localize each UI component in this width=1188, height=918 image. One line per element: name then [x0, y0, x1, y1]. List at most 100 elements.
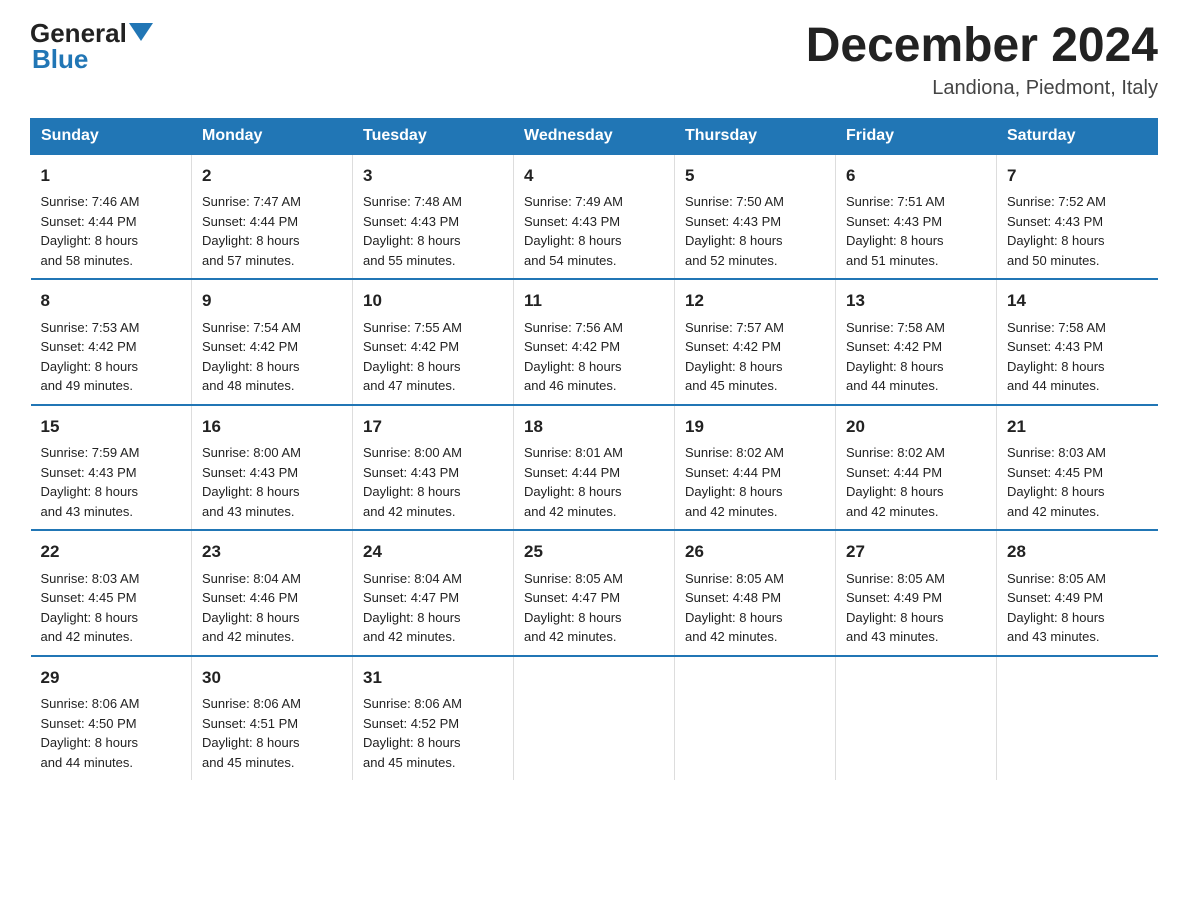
calendar-day-cell: 23 Sunrise: 8:04 AMSunset: 4:46 PMDaylig…: [192, 530, 353, 656]
col-tuesday: Tuesday: [353, 118, 514, 154]
day-number: 12: [685, 288, 825, 314]
day-info: Sunrise: 7:58 AMSunset: 4:42 PMDaylight:…: [846, 320, 945, 394]
calendar-day-cell: 3 Sunrise: 7:48 AMSunset: 4:43 PMDayligh…: [353, 154, 514, 280]
calendar-day-cell: 12 Sunrise: 7:57 AMSunset: 4:42 PMDaylig…: [675, 279, 836, 405]
location-subtitle: Landiona, Piedmont, Italy: [806, 77, 1158, 100]
day-number: 27: [846, 539, 986, 565]
calendar-day-cell: 21 Sunrise: 8:03 AMSunset: 4:45 PMDaylig…: [997, 405, 1158, 531]
day-number: 21: [1007, 414, 1148, 440]
day-number: 28: [1007, 539, 1148, 565]
day-info: Sunrise: 7:54 AMSunset: 4:42 PMDaylight:…: [202, 320, 301, 394]
day-number: 4: [524, 163, 664, 189]
day-info: Sunrise: 7:53 AMSunset: 4:42 PMDaylight:…: [41, 320, 140, 394]
calendar-table: Sunday Monday Tuesday Wednesday Thursday…: [30, 118, 1158, 781]
day-info: Sunrise: 7:46 AMSunset: 4:44 PMDaylight:…: [41, 194, 140, 268]
col-sunday: Sunday: [31, 118, 192, 154]
logo-general-text: General: [30, 20, 127, 46]
day-info: Sunrise: 8:06 AMSunset: 4:52 PMDaylight:…: [363, 696, 462, 770]
day-number: 5: [685, 163, 825, 189]
calendar-week-row: 22 Sunrise: 8:03 AMSunset: 4:45 PMDaylig…: [31, 530, 1158, 656]
calendar-day-cell: 29 Sunrise: 8:06 AMSunset: 4:50 PMDaylig…: [31, 656, 192, 781]
day-number: 14: [1007, 288, 1148, 314]
calendar-day-cell: 2 Sunrise: 7:47 AMSunset: 4:44 PMDayligh…: [192, 154, 353, 280]
calendar-day-cell: 26 Sunrise: 8:05 AMSunset: 4:48 PMDaylig…: [675, 530, 836, 656]
day-number: 10: [363, 288, 503, 314]
day-info: Sunrise: 8:06 AMSunset: 4:51 PMDaylight:…: [202, 696, 301, 770]
calendar-week-row: 1 Sunrise: 7:46 AMSunset: 4:44 PMDayligh…: [31, 154, 1158, 280]
calendar-day-cell: 28 Sunrise: 8:05 AMSunset: 4:49 PMDaylig…: [997, 530, 1158, 656]
logo: General Blue: [30, 20, 153, 72]
day-info: Sunrise: 8:03 AMSunset: 4:45 PMDaylight:…: [1007, 445, 1106, 519]
day-number: 24: [363, 539, 503, 565]
day-info: Sunrise: 8:02 AMSunset: 4:44 PMDaylight:…: [685, 445, 784, 519]
day-info: Sunrise: 7:52 AMSunset: 4:43 PMDaylight:…: [1007, 194, 1106, 268]
day-number: 19: [685, 414, 825, 440]
day-info: Sunrise: 8:03 AMSunset: 4:45 PMDaylight:…: [41, 571, 140, 645]
day-number: 1: [41, 163, 182, 189]
day-info: Sunrise: 8:00 AMSunset: 4:43 PMDaylight:…: [363, 445, 462, 519]
calendar-day-cell: 4 Sunrise: 7:49 AMSunset: 4:43 PMDayligh…: [514, 154, 675, 280]
day-info: Sunrise: 8:00 AMSunset: 4:43 PMDaylight:…: [202, 445, 301, 519]
day-number: 7: [1007, 163, 1148, 189]
day-number: 15: [41, 414, 182, 440]
page-header: General Blue December 2024 Landiona, Pie…: [30, 20, 1158, 100]
calendar-day-cell: 18 Sunrise: 8:01 AMSunset: 4:44 PMDaylig…: [514, 405, 675, 531]
calendar-day-cell: 31 Sunrise: 8:06 AMSunset: 4:52 PMDaylig…: [353, 656, 514, 781]
calendar-day-cell: 5 Sunrise: 7:50 AMSunset: 4:43 PMDayligh…: [675, 154, 836, 280]
day-number: 3: [363, 163, 503, 189]
day-info: Sunrise: 8:06 AMSunset: 4:50 PMDaylight:…: [41, 696, 140, 770]
calendar-day-cell: [675, 656, 836, 781]
title-block: December 2024 Landiona, Piedmont, Italy: [806, 20, 1158, 100]
calendar-day-cell: 25 Sunrise: 8:05 AMSunset: 4:47 PMDaylig…: [514, 530, 675, 656]
day-info: Sunrise: 7:49 AMSunset: 4:43 PMDaylight:…: [524, 194, 623, 268]
day-number: 29: [41, 665, 182, 691]
day-info: Sunrise: 7:59 AMSunset: 4:43 PMDaylight:…: [41, 445, 140, 519]
day-info: Sunrise: 7:50 AMSunset: 4:43 PMDaylight:…: [685, 194, 784, 268]
day-number: 25: [524, 539, 664, 565]
calendar-week-row: 8 Sunrise: 7:53 AMSunset: 4:42 PMDayligh…: [31, 279, 1158, 405]
day-info: Sunrise: 8:04 AMSunset: 4:47 PMDaylight:…: [363, 571, 462, 645]
col-wednesday: Wednesday: [514, 118, 675, 154]
day-number: 6: [846, 163, 986, 189]
calendar-day-cell: 11 Sunrise: 7:56 AMSunset: 4:42 PMDaylig…: [514, 279, 675, 405]
col-monday: Monday: [192, 118, 353, 154]
day-info: Sunrise: 7:56 AMSunset: 4:42 PMDaylight:…: [524, 320, 623, 394]
calendar-day-cell: 20 Sunrise: 8:02 AMSunset: 4:44 PMDaylig…: [836, 405, 997, 531]
day-info: Sunrise: 8:05 AMSunset: 4:47 PMDaylight:…: [524, 571, 623, 645]
day-info: Sunrise: 8:01 AMSunset: 4:44 PMDaylight:…: [524, 445, 623, 519]
col-saturday: Saturday: [997, 118, 1158, 154]
day-info: Sunrise: 8:05 AMSunset: 4:48 PMDaylight:…: [685, 571, 784, 645]
day-number: 16: [202, 414, 342, 440]
calendar-day-cell: 22 Sunrise: 8:03 AMSunset: 4:45 PMDaylig…: [31, 530, 192, 656]
calendar-day-cell: 16 Sunrise: 8:00 AMSunset: 4:43 PMDaylig…: [192, 405, 353, 531]
calendar-day-cell: 27 Sunrise: 8:05 AMSunset: 4:49 PMDaylig…: [836, 530, 997, 656]
logo-blue-text: Blue: [32, 46, 88, 72]
day-number: 17: [363, 414, 503, 440]
day-number: 23: [202, 539, 342, 565]
day-info: Sunrise: 7:47 AMSunset: 4:44 PMDaylight:…: [202, 194, 301, 268]
calendar-day-cell: 8 Sunrise: 7:53 AMSunset: 4:42 PMDayligh…: [31, 279, 192, 405]
day-number: 31: [363, 665, 503, 691]
day-number: 30: [202, 665, 342, 691]
calendar-day-cell: [997, 656, 1158, 781]
calendar-day-cell: 13 Sunrise: 7:58 AMSunset: 4:42 PMDaylig…: [836, 279, 997, 405]
day-number: 11: [524, 288, 664, 314]
day-info: Sunrise: 7:51 AMSunset: 4:43 PMDaylight:…: [846, 194, 945, 268]
day-number: 2: [202, 163, 342, 189]
calendar-day-cell: [836, 656, 997, 781]
day-info: Sunrise: 8:05 AMSunset: 4:49 PMDaylight:…: [1007, 571, 1106, 645]
calendar-week-row: 29 Sunrise: 8:06 AMSunset: 4:50 PMDaylig…: [31, 656, 1158, 781]
calendar-day-cell: 7 Sunrise: 7:52 AMSunset: 4:43 PMDayligh…: [997, 154, 1158, 280]
calendar-day-cell: 17 Sunrise: 8:00 AMSunset: 4:43 PMDaylig…: [353, 405, 514, 531]
calendar-day-cell: 14 Sunrise: 7:58 AMSunset: 4:43 PMDaylig…: [997, 279, 1158, 405]
calendar-header-row: Sunday Monday Tuesday Wednesday Thursday…: [31, 118, 1158, 154]
calendar-day-cell: 1 Sunrise: 7:46 AMSunset: 4:44 PMDayligh…: [31, 154, 192, 280]
day-number: 8: [41, 288, 182, 314]
day-info: Sunrise: 8:05 AMSunset: 4:49 PMDaylight:…: [846, 571, 945, 645]
day-number: 9: [202, 288, 342, 314]
calendar-day-cell: 19 Sunrise: 8:02 AMSunset: 4:44 PMDaylig…: [675, 405, 836, 531]
calendar-day-cell: 30 Sunrise: 8:06 AMSunset: 4:51 PMDaylig…: [192, 656, 353, 781]
day-number: 13: [846, 288, 986, 314]
day-info: Sunrise: 8:04 AMSunset: 4:46 PMDaylight:…: [202, 571, 301, 645]
day-info: Sunrise: 7:58 AMSunset: 4:43 PMDaylight:…: [1007, 320, 1106, 394]
